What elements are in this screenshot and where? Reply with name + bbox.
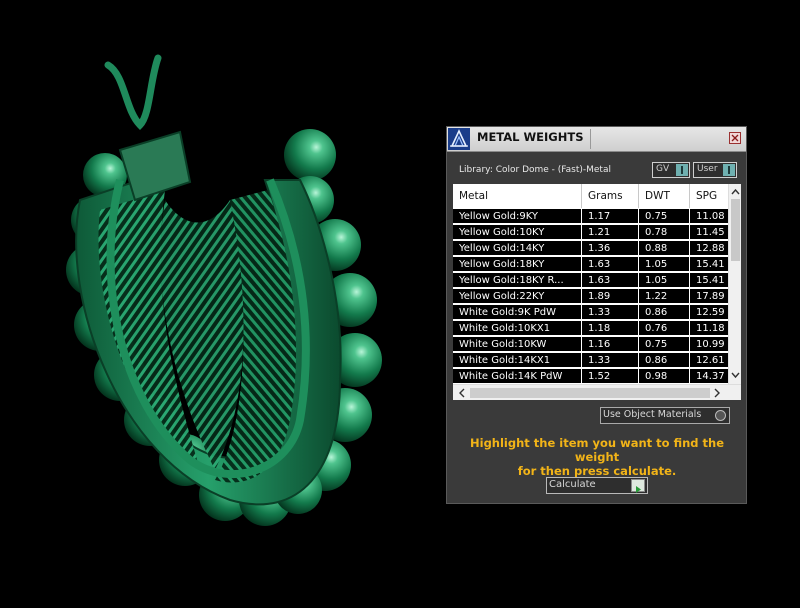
close-icon — [731, 134, 739, 142]
cell-metal: Yellow Gold:18KY — [453, 257, 582, 272]
rhino-app-icon — [448, 128, 470, 150]
user-toggle[interactable]: User — [693, 162, 737, 178]
scroll-right-icon[interactable] — [711, 387, 723, 399]
cell-grams: 1.52 — [582, 369, 639, 384]
cell-dwt: 0.86 — [639, 353, 690, 368]
gv-toggle[interactable]: GV — [652, 162, 690, 178]
column-header-dwt[interactable]: DWT — [639, 184, 690, 208]
cell-metal: White Gold:14K PdW — [453, 369, 582, 384]
table-row[interactable]: White Gold:14K PdW 1.52 0.98 14.37 — [453, 369, 728, 384]
cell-dwt: 0.86 — [639, 305, 690, 320]
3d-viewport[interactable] — [0, 0, 440, 604]
cell-dwt: 0.75 — [639, 209, 690, 224]
cell-grams: 1.89 — [582, 289, 639, 304]
vertical-scrollbar[interactable] — [728, 184, 741, 384]
cell-metal: White Gold:14KX1 — [453, 353, 582, 368]
radio-indicator-icon — [715, 410, 726, 421]
cell-grams: 1.63 — [582, 273, 639, 288]
cell-metal: White Gold:10KX1 — [453, 321, 582, 336]
table-row[interactable]: Yellow Gold:18KY 1.63 1.05 15.41 — [453, 257, 728, 272]
column-header-metal[interactable]: Metal — [453, 184, 582, 208]
pendant-model — [66, 54, 382, 526]
instructions-text: Highlight the item you want to find the … — [453, 436, 741, 478]
table-row[interactable]: Yellow Gold:18KY R... 1.63 1.05 15.41 — [453, 273, 728, 288]
cell-grams: 1.33 — [582, 353, 639, 368]
toggle-switch-icon — [676, 164, 688, 176]
title-divider — [590, 129, 591, 149]
table-row[interactable]: Yellow Gold:9KY 1.17 0.75 11.08 — [453, 209, 728, 224]
column-header-spg[interactable]: SPG — [690, 184, 728, 208]
cell-grams: 1.17 — [582, 209, 639, 224]
toggle-switch-icon — [723, 164, 735, 176]
library-label: Library: Color Dome - (Fast)-Metal — [459, 165, 611, 175]
cell-spg: 10.99 — [696, 339, 725, 350]
cell-grams: 1.16 — [582, 337, 639, 352]
column-header-grams[interactable]: Grams — [582, 184, 639, 208]
cell-dwt: 0.88 — [639, 241, 690, 256]
cell-spg: 17.89 — [696, 291, 725, 302]
calculate-button[interactable]: Calculate — [546, 477, 648, 494]
cell-metal: White Gold:10KW — [453, 337, 582, 352]
table-row[interactable]: White Gold:9K PdW 1.33 0.86 12.59 — [453, 305, 728, 320]
panel-titlebar[interactable]: METAL WEIGHTS — [447, 127, 746, 152]
instructions-line-1: Highlight the item you want to find the … — [470, 436, 724, 464]
cell-spg: 15.41 — [696, 259, 725, 270]
use-object-materials-label: Use Object Materials — [603, 409, 702, 420]
cell-spg: 12.88 — [696, 243, 725, 254]
table-row[interactable]: Yellow Gold:22KY 1.89 1.22 17.89 — [453, 289, 728, 304]
cell-spg: 12.61 — [696, 355, 725, 366]
cell-metal: Yellow Gold:22KY — [453, 289, 582, 304]
metal-weights-panel: METAL WEIGHTS Library: Color Dome - (Fas… — [446, 126, 747, 504]
scroll-left-icon[interactable] — [456, 387, 468, 399]
cell-spg: 12.59 — [696, 307, 725, 318]
cell-spg: 14.37 — [696, 371, 725, 382]
horizontal-scrollbar[interactable] — [453, 384, 741, 400]
cell-dwt: 0.76 — [639, 321, 690, 336]
cell-spg: 11.08 — [696, 211, 725, 222]
instructions-line-2: for then press calculate. — [517, 464, 677, 478]
scroll-down-icon[interactable] — [730, 369, 741, 381]
cell-metal: White Gold:9K PdW — [453, 305, 582, 320]
horizontal-scroll-thumb[interactable] — [470, 388, 710, 398]
cell-metal: Yellow Gold:18KY R... — [453, 273, 582, 288]
table-row[interactable]: Yellow Gold:14KY 1.36 0.88 12.88 — [453, 241, 728, 256]
table-header: Metal Grams DWT SPG — [453, 184, 728, 208]
cell-spg: 11.45 — [696, 227, 725, 238]
cell-metal: Yellow Gold:10KY — [453, 225, 582, 240]
cell-grams: 1.21 — [582, 225, 639, 240]
table-row[interactable]: Yellow Gold:10KY 1.21 0.78 11.45 — [453, 225, 728, 240]
calculate-label: Calculate — [549, 479, 596, 490]
cell-dwt: 1.05 — [639, 257, 690, 272]
table-row[interactable]: White Gold:10KW 1.16 0.75 10.99 — [453, 337, 728, 352]
table-row[interactable]: White Gold:14KX1 1.33 0.86 12.61 — [453, 353, 728, 368]
cell-spg: 15.41 — [696, 275, 725, 286]
vertical-scroll-thumb[interactable] — [731, 199, 740, 261]
scroll-up-icon[interactable] — [730, 186, 741, 198]
gv-toggle-label: GV — [656, 164, 670, 174]
play-icon — [631, 479, 645, 493]
table-row[interactable]: White Gold:10KX1 1.18 0.76 11.18 — [453, 321, 728, 336]
cell-dwt: 0.98 — [639, 369, 690, 384]
cell-grams: 1.36 — [582, 241, 639, 256]
use-object-materials-toggle[interactable]: Use Object Materials — [600, 407, 730, 424]
close-button[interactable] — [729, 132, 741, 144]
cell-metal: Yellow Gold:14KY — [453, 241, 582, 256]
cell-grams: 1.63 — [582, 257, 639, 272]
cell-grams: 1.18 — [582, 321, 639, 336]
cell-dwt: 0.78 — [639, 225, 690, 240]
cell-spg: 11.18 — [696, 323, 725, 334]
cell-metal: Yellow Gold:9KY — [453, 209, 582, 224]
cell-grams: 1.33 — [582, 305, 639, 320]
user-toggle-label: User — [697, 164, 718, 174]
panel-title: METAL WEIGHTS — [477, 130, 584, 144]
cell-dwt: 1.22 — [639, 289, 690, 304]
cell-dwt: 1.05 — [639, 273, 690, 288]
metal-table[interactable]: Metal Grams DWT SPG Yellow Gold:9KY 1.17 0… — [453, 184, 741, 400]
cell-dwt: 0.75 — [639, 337, 690, 352]
